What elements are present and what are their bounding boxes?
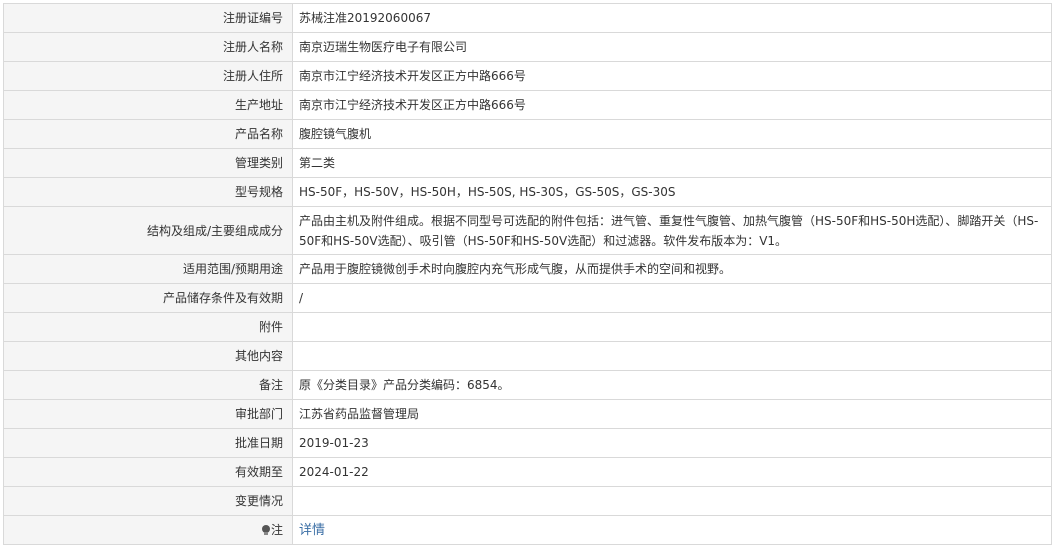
- table-row: 管理类别 第二类: [3, 148, 1052, 178]
- row-label: 变更情况: [3, 486, 293, 516]
- table-row: 附件: [3, 312, 1052, 342]
- row-value: 第二类: [292, 148, 1052, 178]
- row-value: 2019-01-23: [292, 428, 1052, 458]
- row-value: /: [292, 283, 1052, 313]
- row-value: [292, 486, 1052, 516]
- table-row: 注册证编号 苏械注准20192060067: [3, 3, 1052, 33]
- details-link[interactable]: 详情: [299, 523, 325, 538]
- table-row: 注册人住所 南京市江宁经济技术开发区正方中路666号: [3, 61, 1052, 91]
- row-label: 注册证编号: [3, 3, 293, 33]
- row-label: 型号规格: [3, 177, 293, 207]
- table-row: 适用范围/预期用途 产品用于腹腔镜微创手术时向腹腔内充气形成气腹，从而提供手术的…: [3, 254, 1052, 284]
- row-label: 注册人名称: [3, 32, 293, 62]
- row-value: 腹腔镜气腹机: [292, 119, 1052, 149]
- row-label: 产品名称: [3, 119, 293, 149]
- table-row: 变更情况: [3, 486, 1052, 516]
- row-label: 其他内容: [3, 341, 293, 371]
- table-row: 其他内容: [3, 341, 1052, 371]
- lightbulb-icon: [261, 525, 270, 535]
- note-row: 注 详情: [3, 515, 1052, 545]
- registration-detail-table: 注册证编号 苏械注准20192060067 注册人名称 南京迈瑞生物医疗电子有限…: [3, 3, 1052, 545]
- table-row: 产品储存条件及有效期 /: [3, 283, 1052, 313]
- row-label: 注册人住所: [3, 61, 293, 91]
- row-label: 备注: [3, 370, 293, 400]
- row-label: 生产地址: [3, 90, 293, 120]
- table-row: 注册人名称 南京迈瑞生物医疗电子有限公司: [3, 32, 1052, 62]
- row-value: HS-50F，HS-50V，HS-50H，HS-50S, HS-30S，GS-5…: [292, 177, 1052, 207]
- row-label: 批准日期: [3, 428, 293, 458]
- row-value: 产品由主机及附件组成。根据不同型号可选配的附件包括：进气管、重复性气腹管、加热气…: [292, 206, 1052, 255]
- table-row: 有效期至 2024-01-22: [3, 457, 1052, 487]
- row-label: 附件: [3, 312, 293, 342]
- row-value: 江苏省药品监督管理局: [292, 399, 1052, 429]
- row-value: 原《分类目录》产品分类编码：6854。: [292, 370, 1052, 400]
- row-value: [292, 341, 1052, 371]
- row-label: 适用范围/预期用途: [3, 254, 293, 284]
- row-value: 产品用于腹腔镜微创手术时向腹腔内充气形成气腹，从而提供手术的空间和视野。: [292, 254, 1052, 284]
- row-value: 苏械注准20192060067: [292, 3, 1052, 33]
- note-value-cell: 详情: [292, 515, 1052, 545]
- table-row: 生产地址 南京市江宁经济技术开发区正方中路666号: [3, 90, 1052, 120]
- table-row: 批准日期 2019-01-23: [3, 428, 1052, 458]
- table-row: 产品名称 腹腔镜气腹机: [3, 119, 1052, 149]
- row-label: 有效期至: [3, 457, 293, 487]
- row-label: 产品储存条件及有效期: [3, 283, 293, 313]
- table-row: 型号规格 HS-50F，HS-50V，HS-50H，HS-50S, HS-30S…: [3, 177, 1052, 207]
- note-label-cell: 注: [3, 515, 293, 545]
- table-row: 结构及组成/主要组成成分 产品由主机及附件组成。根据不同型号可选配的附件包括：进…: [3, 206, 1052, 255]
- row-value: 2024-01-22: [292, 457, 1052, 487]
- row-label: 管理类别: [3, 148, 293, 178]
- table-row: 备注 原《分类目录》产品分类编码：6854。: [3, 370, 1052, 400]
- row-label: 结构及组成/主要组成成分: [3, 206, 293, 255]
- row-value: 南京迈瑞生物医疗电子有限公司: [292, 32, 1052, 62]
- row-value: [292, 312, 1052, 342]
- table-row: 审批部门 江苏省药品监督管理局: [3, 399, 1052, 429]
- row-label: 审批部门: [3, 399, 293, 429]
- row-value: 南京市江宁经济技术开发区正方中路666号: [292, 61, 1052, 91]
- row-value: 南京市江宁经济技术开发区正方中路666号: [292, 90, 1052, 120]
- note-label: 注: [270, 523, 283, 537]
